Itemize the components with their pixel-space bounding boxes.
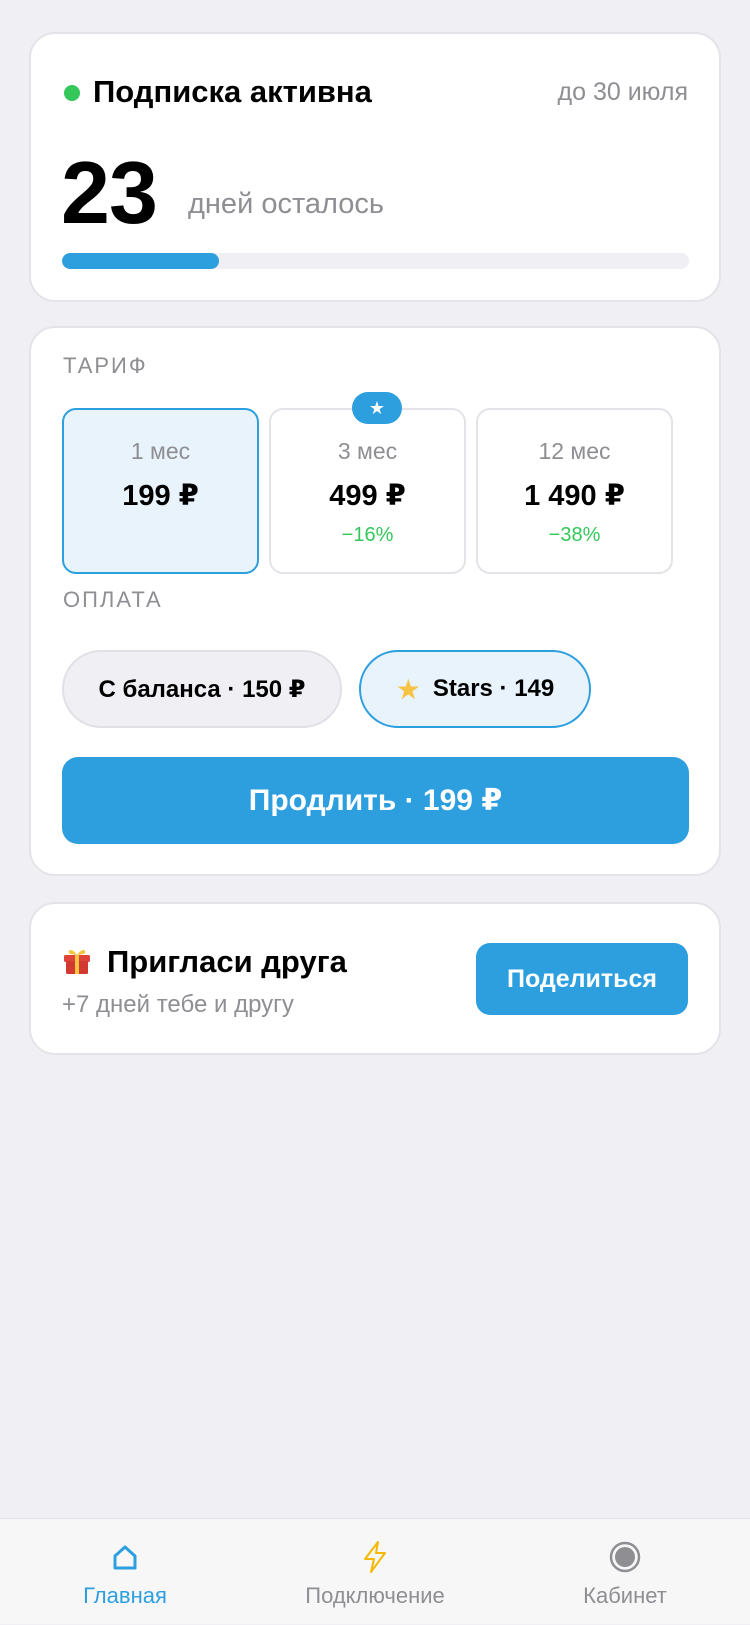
tariff-section-label: ТАРИФ [63, 353, 148, 378]
plan-option-12-months[interactable]: 12 мес 1 490 ₽ −38% [476, 408, 673, 574]
tab-account[interactable]: Кабинет [574, 1519, 676, 1625]
plan-period: 1 мес [130, 438, 191, 464]
tab-label: Главная [83, 1583, 167, 1608]
renew-button[interactable]: Продлить · 199 ₽ [62, 757, 689, 844]
tab-home[interactable]: Главная [72, 1519, 178, 1625]
plan-discount: −38% [548, 524, 601, 546]
subscription-status-card: Подписка активна до 30 июля 23 дней оста… [29, 32, 721, 302]
plan-price: 499 ₽ [329, 480, 406, 512]
invite-friend-card: Пригласи друга +7 дней тебе и другу Поде… [29, 902, 721, 1055]
bottom-tab-bar: Главная Подключение Кабинет [0, 1518, 750, 1624]
progress-fill [62, 253, 219, 269]
pay-from-balance-button[interactable]: С баланса · 150 ₽ [62, 650, 342, 728]
tariff-card: ТАРИФ 1 мес 199 ₽ 3 мес 499 ₽ −16% ★ 12 … [29, 326, 721, 876]
pay-with-stars-button[interactable]: ★ Stars · 149 [359, 650, 591, 728]
star-icon: ★ [395, 673, 421, 705]
plan-discount: −16% [341, 524, 394, 546]
status-expiry-date: до 30 июля [557, 78, 688, 106]
pay-balance-label: С баланса · 150 ₽ [98, 675, 306, 703]
tab-label: Подключение [305, 1583, 445, 1608]
share-button[interactable]: Поделиться [476, 943, 688, 1015]
plan-price: 1 490 ₽ [524, 480, 625, 512]
tab-connection[interactable]: Подключение [295, 1519, 455, 1625]
pay-stars-label: Stars · 149 [432, 675, 555, 702]
invite-title: Пригласи друга [107, 944, 347, 979]
home-icon [113, 1545, 137, 1570]
plan-option-3-months[interactable]: 3 мес 499 ₽ −16% [269, 408, 466, 574]
lightning-icon [364, 1541, 386, 1573]
star-icon: ★ [352, 392, 402, 424]
tab-label: Кабинет [583, 1583, 667, 1608]
days-left-number: 23 [61, 143, 158, 242]
status-active-dot [64, 85, 80, 101]
plan-option-1-month[interactable]: 1 мес 199 ₽ [62, 408, 259, 574]
plan-period: 3 мес [337, 438, 398, 464]
account-icon [609, 1541, 641, 1573]
subscription-progress-bar [62, 253, 689, 269]
plan-period: 12 мес [538, 438, 611, 464]
gift-icon [64, 949, 90, 974]
invite-subtitle: +7 дней тебе и другу [62, 991, 294, 1018]
status-title: Подписка активна [93, 74, 372, 109]
days-left-label: дней осталось [188, 188, 385, 220]
plan-price: 199 ₽ [122, 480, 199, 512]
payment-section-label: ОПЛАТА [63, 587, 163, 612]
